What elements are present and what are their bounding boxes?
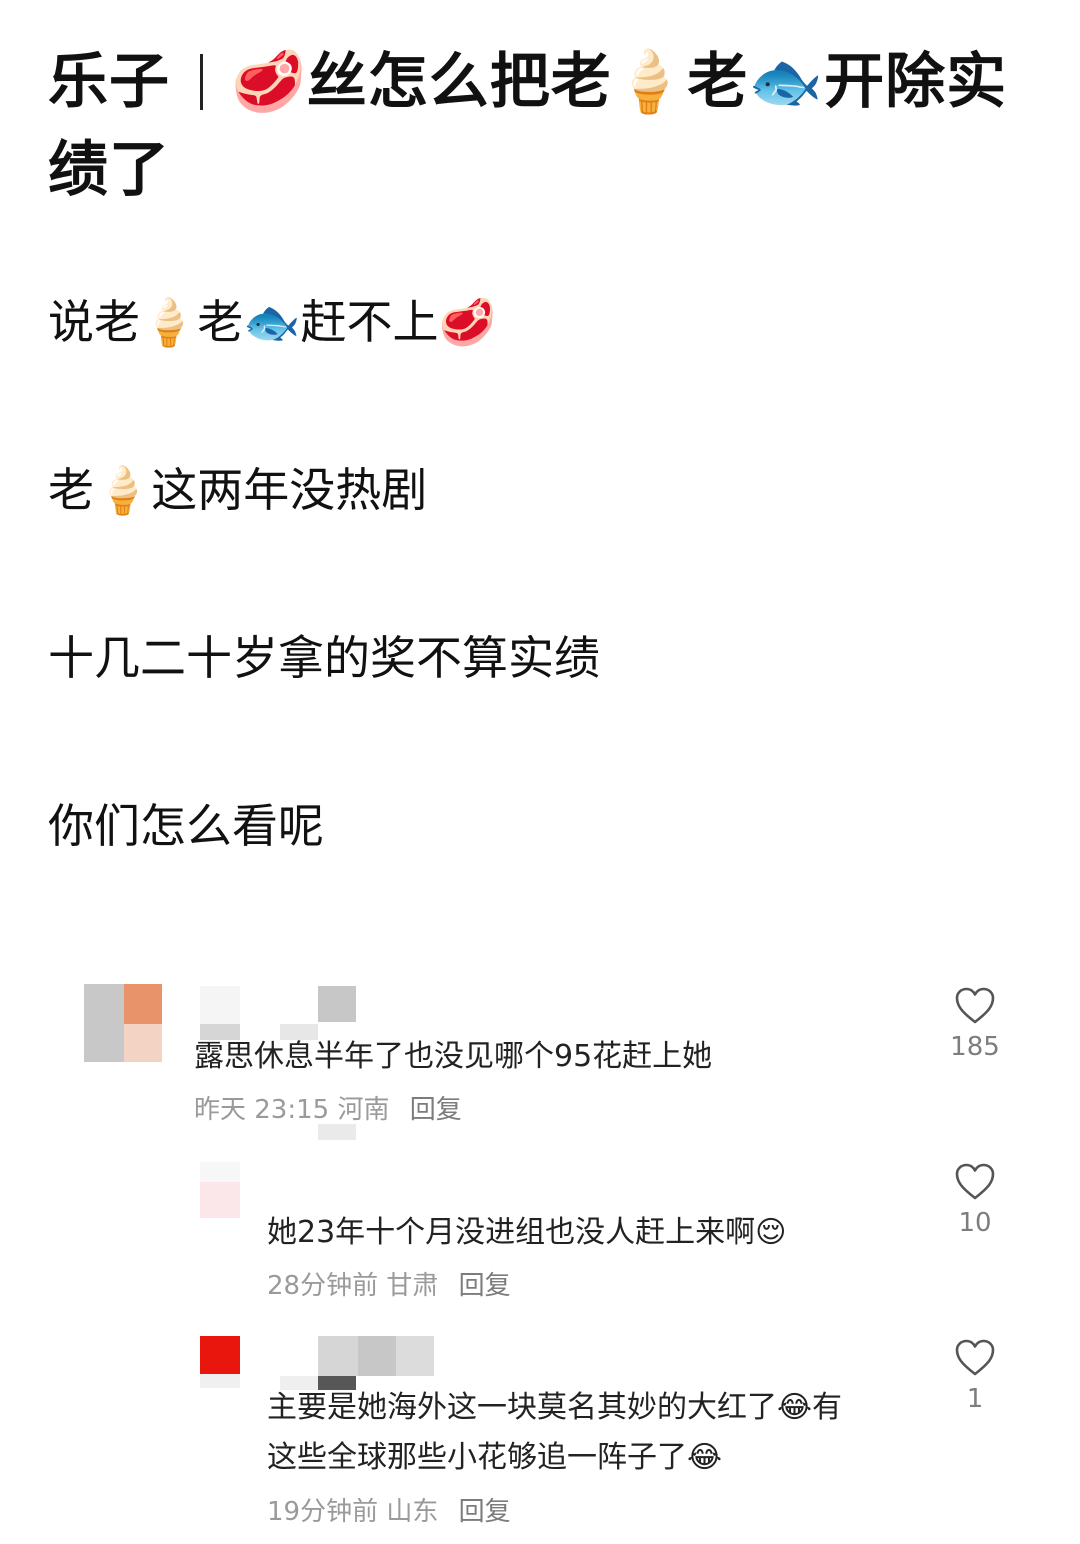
avatar[interactable]	[200, 1336, 240, 1388]
comment-meta: 28分钟前 甘肃 回复	[267, 1268, 511, 1304]
post-title-prefix: 乐子	[48, 47, 170, 117]
post-line-4: 你们怎么看呢	[48, 799, 324, 853]
like-count: 1	[966, 1384, 984, 1414]
comment-meta: 19分钟前 山东 回复	[267, 1494, 511, 1530]
comment-text-line: 主要是她海外这一块莫名其妙的大红了😂有	[267, 1390, 843, 1425]
avatar[interactable]	[84, 984, 162, 1062]
comment-time: 19分钟前	[267, 1497, 379, 1527]
comment-text: 主要是她海外这一块莫名其妙的大红了😂有 这些全球那些小花够追一阵子了😂	[267, 1383, 842, 1483]
avatar[interactable]	[200, 1162, 240, 1218]
like-button[interactable]: 1	[940, 1338, 1010, 1414]
comment-time: 28分钟前	[267, 1271, 379, 1301]
reply-button[interactable]: 回复	[410, 1095, 462, 1125]
post-line-2: 老🍦这两年没热剧	[48, 463, 428, 517]
reply-button[interactable]: 回复	[459, 1497, 511, 1527]
title-separator	[200, 54, 203, 110]
post-line-3: 十几二十岁拿的奖不算实绩	[48, 631, 600, 685]
comment-location: 河南	[337, 1095, 390, 1125]
like-count: 10	[958, 1208, 992, 1238]
post-line-1: 说老🍦老🐟赶不上🥩	[48, 295, 496, 349]
like-count: 185	[950, 1032, 1000, 1062]
comment-meta: 昨天 23:15 河南 回复	[194, 1092, 462, 1128]
comment-text: 她23年十个月没进组也没人赶上来啊😌	[267, 1215, 787, 1250]
post-title: 乐子 🥩丝怎么把老🍦老🐟开除实绩了	[48, 38, 1038, 214]
comment-location: 山东	[386, 1497, 439, 1527]
reply-button[interactable]: 回复	[459, 1271, 511, 1301]
heart-icon	[955, 987, 995, 1024]
comment-text: 露思休息半年了也没见哪个95花赶上她	[194, 1039, 713, 1074]
like-button[interactable]: 10	[940, 1162, 1010, 1238]
like-button[interactable]: 185	[940, 986, 1010, 1062]
comment-time: 昨天 23:15	[194, 1095, 330, 1125]
comment-location: 甘肃	[386, 1271, 439, 1301]
heart-icon	[955, 1339, 995, 1376]
post-title-main: 🥩丝怎么把老🍦老🐟开除实绩了	[48, 47, 1008, 205]
comment-text-line: 这些全球那些小花够追一阵子了😂	[267, 1440, 723, 1475]
heart-icon	[955, 1163, 995, 1200]
